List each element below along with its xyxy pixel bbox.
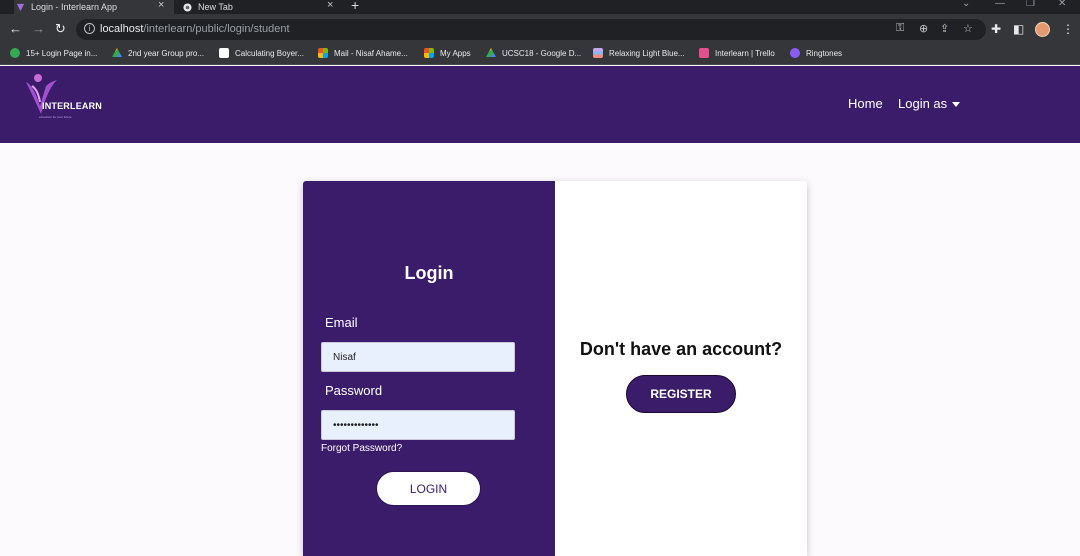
- close-window-icon[interactable]: ✕: [1058, 0, 1066, 9]
- interlearn-logo[interactable]: INTERLEARN education for your future: [24, 72, 134, 132]
- ringtones-icon: [790, 48, 800, 58]
- nav-login-as-dropdown[interactable]: Login as: [898, 96, 961, 111]
- microsoft-icon: [424, 48, 434, 58]
- bookmark-item[interactable]: UCSC18 - Google D...: [486, 48, 581, 58]
- close-tab-icon[interactable]: ×: [327, 0, 333, 11]
- new-tab-icon[interactable]: +: [351, 0, 359, 13]
- trello-icon: [699, 48, 709, 58]
- logo-brand-text: INTERLEARN: [42, 101, 102, 111]
- extensions-icon[interactable]: ✚: [991, 22, 1001, 36]
- login-as-label: Login as: [898, 96, 948, 111]
- bookmark-item[interactable]: Calculating Boyer...: [219, 48, 304, 58]
- site-info-icon[interactable]: i: [84, 23, 95, 34]
- google-drive-icon: [112, 48, 122, 57]
- forward-icon[interactable]: →: [32, 21, 45, 37]
- reload-icon[interactable]: ↻: [55, 21, 66, 37]
- interlearn-favicon-icon: [16, 3, 25, 12]
- tab-title: Login - Interlearn App: [31, 2, 118, 12]
- bookmark-item[interactable]: 15+ Login Page in...: [10, 48, 97, 58]
- forgot-password-link[interactable]: Forgot Password?: [321, 443, 402, 454]
- nav-home-link[interactable]: Home: [848, 96, 883, 111]
- register-button[interactable]: REGISTER: [626, 375, 736, 413]
- login-panel: Login Email Password Forgot Password? LO…: [303, 181, 555, 556]
- key-icon[interactable]: ⚿: [896, 22, 904, 35]
- zoom-icon[interactable]: ⊕: [919, 22, 928, 35]
- minimize-icon[interactable]: —: [995, 0, 1005, 9]
- chrome-favicon-icon: [183, 2, 192, 12]
- restore-icon[interactable]: ❐: [1026, 0, 1035, 9]
- more-menu-icon[interactable]: ⋮: [1062, 22, 1074, 36]
- bookmark-item[interactable]: 2nd year Group pro...: [112, 48, 204, 58]
- email-label: Email: [325, 315, 358, 330]
- bookmark-item[interactable]: Interlearn | Trello: [699, 48, 775, 58]
- login-title: Login: [404, 263, 454, 283]
- tab-title: New Tab: [198, 2, 233, 12]
- browser-tab-strip: Login - Interlearn App × New Tab × + ⌄ —…: [0, 0, 1080, 14]
- caret-down-icon: [952, 102, 961, 108]
- bookmark-item[interactable]: Relaxing Light Blue...: [593, 48, 685, 58]
- password-label: Password: [325, 383, 383, 398]
- bookmark-icon: [10, 48, 20, 58]
- close-tab-icon[interactable]: ×: [158, 0, 164, 11]
- site-navbar: INTERLEARN education for your future Hom…: [0, 66, 1080, 143]
- back-icon[interactable]: ←: [9, 21, 22, 37]
- profile-avatar[interactable]: [1035, 22, 1050, 37]
- url-text[interactable]: localhost/interlearn/public/login/studen…: [100, 23, 290, 35]
- browser-tab-login[interactable]: Login - Interlearn App ×: [14, 0, 174, 14]
- login-card: Login Email Password Forgot Password? LO…: [303, 181, 807, 556]
- register-question: Don't have an account?: [579, 339, 783, 359]
- medium-icon: [219, 48, 229, 58]
- password-field[interactable]: [321, 410, 515, 440]
- tab-search-icon[interactable]: ⌄: [962, 0, 970, 9]
- login-button[interactable]: LOGIN: [376, 471, 481, 506]
- bookmark-item[interactable]: My Apps: [424, 48, 471, 58]
- register-panel: Don't have an account? REGISTER: [555, 181, 807, 556]
- bookmark-item[interactable]: Ringtones: [790, 48, 842, 58]
- side-panel-icon[interactable]: ◧: [1013, 22, 1024, 36]
- logo-tagline: education for your future: [39, 115, 72, 119]
- browser-tab-newtab[interactable]: New Tab ×: [183, 0, 343, 14]
- google-drive-icon: [486, 48, 496, 57]
- share-icon[interactable]: ⇪: [940, 22, 949, 35]
- browser-toolbar: ← → ↻ i localhost/interlearn/public/logi…: [0, 14, 1080, 45]
- microsoft-icon: [318, 48, 328, 58]
- bookmark-item[interactable]: Mail - Nisaf Ahame...: [318, 48, 408, 58]
- bookmark-star-icon[interactable]: ☆: [963, 22, 973, 35]
- coolors-icon: [593, 48, 603, 58]
- email-field[interactable]: [321, 342, 515, 372]
- bookmarks-bar: 15+ Login Page in... 2nd year Group pro.…: [0, 45, 1080, 65]
- address-bar[interactable]: i localhost/interlearn/public/login/stud…: [76, 19, 986, 40]
